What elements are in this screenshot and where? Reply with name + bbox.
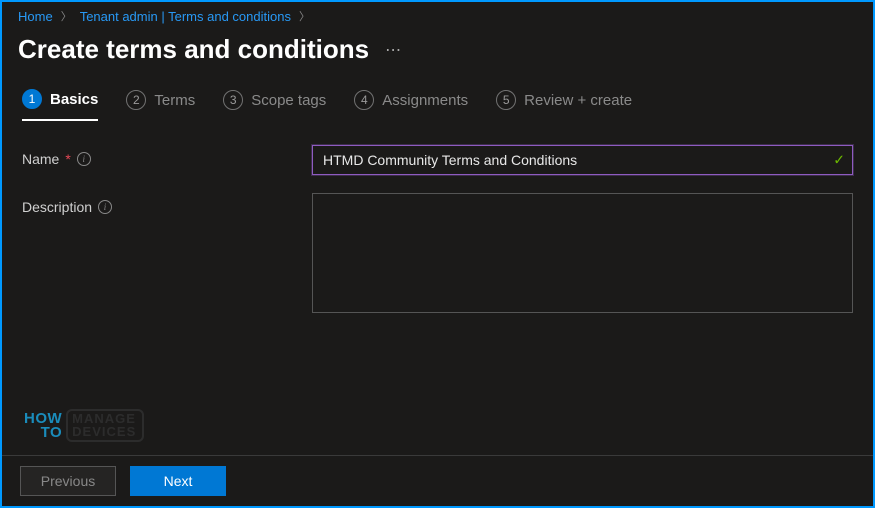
tab-terms[interactable]: 2 Terms — [126, 90, 195, 120]
form-basics: Name * i ✓ Description i — [2, 135, 873, 344]
tab-label: Review + create — [524, 92, 632, 109]
name-input[interactable] — [312, 145, 853, 175]
wizard-tabs: 1 Basics 2 Terms 3 Scope tags 4 Assignme… — [2, 89, 873, 135]
tab-assignments[interactable]: 4 Assignments — [354, 90, 468, 120]
info-icon[interactable]: i — [77, 152, 91, 166]
tab-label: Scope tags — [251, 92, 326, 109]
previous-button: Previous — [20, 466, 116, 496]
breadcrumb: Home 〉 Tenant admin | Terms and conditio… — [2, 2, 873, 30]
tab-number: 3 — [223, 90, 243, 110]
watermark-text: TO — [24, 426, 62, 440]
watermark-logo: HOW TO MANAGE DEVICES — [24, 409, 144, 442]
tab-number: 2 — [126, 90, 146, 110]
description-textarea[interactable] — [312, 193, 853, 313]
page-title: Create terms and conditions — [18, 34, 369, 65]
tab-number: 4 — [354, 90, 374, 110]
wizard-footer: Previous Next — [2, 455, 873, 506]
breadcrumb-tenant-admin[interactable]: Tenant admin | Terms and conditions — [80, 9, 291, 24]
next-button[interactable]: Next — [130, 466, 226, 496]
info-icon[interactable]: i — [98, 200, 112, 214]
check-icon: ✓ — [833, 152, 845, 169]
watermark-text: DEVICES — [72, 426, 136, 438]
tab-label: Basics — [50, 91, 98, 108]
chevron-right-icon: 〉 — [299, 8, 310, 24]
tab-review-create[interactable]: 5 Review + create — [496, 90, 632, 120]
tab-number: 1 — [22, 89, 42, 109]
tab-label: Assignments — [382, 92, 468, 109]
required-indicator: * — [65, 151, 70, 167]
more-actions-icon[interactable]: ⋯ — [385, 40, 403, 60]
name-label: Name * i — [22, 145, 312, 167]
label-text: Name — [22, 151, 59, 167]
tab-scope-tags[interactable]: 3 Scope tags — [223, 90, 326, 120]
page-header: Create terms and conditions ⋯ — [2, 30, 873, 89]
label-text: Description — [22, 199, 92, 215]
tab-label: Terms — [154, 92, 195, 109]
chevron-right-icon: 〉 — [61, 8, 72, 24]
tab-number: 5 — [496, 90, 516, 110]
breadcrumb-home[interactable]: Home — [18, 9, 53, 24]
description-label: Description i — [22, 193, 312, 215]
form-row-name: Name * i ✓ — [22, 145, 853, 175]
tab-basics[interactable]: 1 Basics — [22, 89, 98, 121]
form-row-description: Description i — [22, 193, 853, 316]
